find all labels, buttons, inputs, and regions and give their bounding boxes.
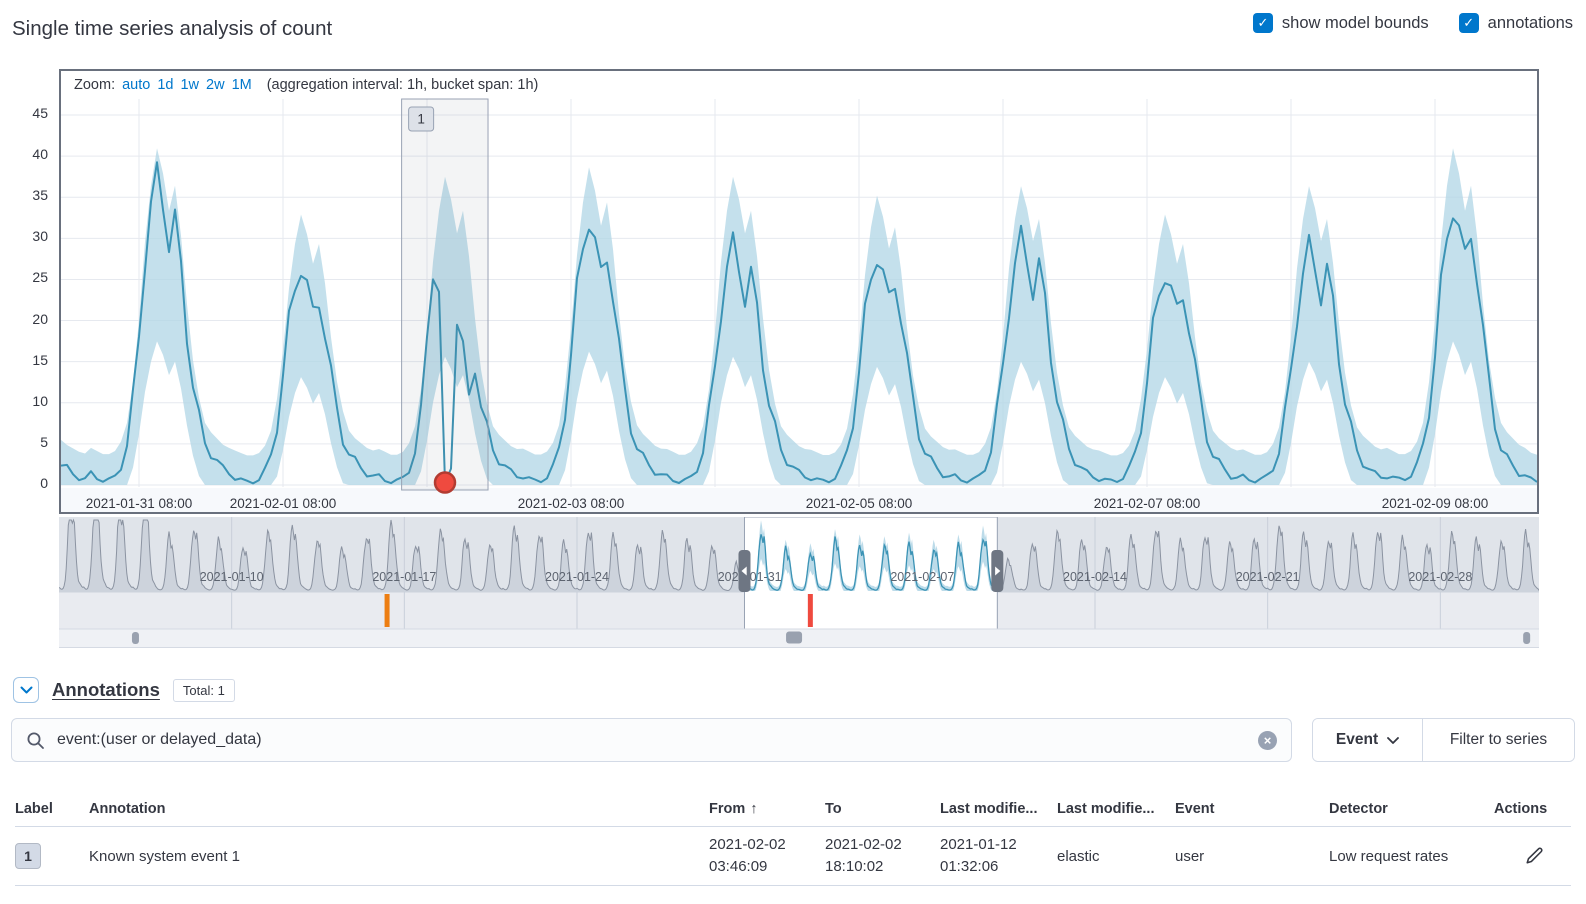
page-title: Single time series analysis of count — [12, 17, 332, 41]
column-header-event[interactable]: Event — [1175, 801, 1329, 817]
y-axis-label: 10 — [0, 393, 48, 409]
scrollbar-end-handle[interactable] — [1523, 632, 1530, 644]
column-header-from[interactable]: From ↑ — [709, 801, 825, 817]
annotations-toolbar: event:(user or delayed_data) × Event Fil… — [11, 718, 1575, 762]
annotations-search-field[interactable]: event:(user or delayed_data) × — [11, 718, 1292, 762]
scrollbar-end-handle[interactable] — [132, 632, 139, 644]
annotations-total-badge: Total: 1 — [173, 679, 235, 702]
chart-toggles: ✓ show model bounds ✓ annotations — [1253, 13, 1573, 33]
annotation-last-modified-by: elastic — [1057, 848, 1175, 865]
y-axis-label: 0 — [0, 475, 48, 491]
annotation-tick-marker[interactable] — [808, 594, 813, 627]
chevron-down-icon — [1387, 737, 1399, 744]
column-header-last-modified-date[interactable]: Last modifie... — [940, 801, 1057, 817]
checkbox-label: annotations — [1488, 14, 1573, 33]
clear-search-button[interactable]: × — [1258, 731, 1277, 750]
y-axis-label: 20 — [0, 311, 48, 327]
checkbox-checked-icon: ✓ — [1253, 13, 1273, 33]
zoom-option-1d[interactable]: 1d — [157, 77, 173, 93]
column-header-label[interactable]: Label — [15, 801, 89, 817]
column-header-to[interactable]: To — [825, 801, 940, 817]
column-header-actions: Actions — [1494, 801, 1575, 817]
navigator-date-label: 2021-02-21 — [1236, 570, 1300, 584]
filter-to-series-button[interactable]: Filter to series — [1423, 719, 1574, 761]
checkbox-label: show model bounds — [1282, 14, 1429, 33]
y-axis-label: 30 — [0, 228, 48, 244]
navigator-date-label: 2021-02-28 — [1408, 570, 1472, 584]
navigator-date-label: 2021-01-24 — [545, 570, 609, 584]
annotations-section-header: Annotations Total: 1 — [13, 676, 235, 704]
y-axis-label: 45 — [0, 105, 48, 121]
zoom-option-2w[interactable]: 2w — [206, 77, 225, 93]
model-bounds-area — [61, 148, 1537, 485]
y-axis-label: 35 — [0, 187, 48, 203]
context-navigator-chart[interactable]: 2021-01-102021-01-172021-01-242021-01-31… — [59, 517, 1539, 648]
navigator-date-label: 2021-01-17 — [372, 570, 436, 584]
x-axis-label: 2021-02-09 08:00 — [1382, 496, 1489, 511]
column-header-annotation[interactable]: Annotation — [89, 801, 709, 817]
navigator-date-label: 2021-02-14 — [1063, 570, 1127, 584]
annotation-region-label-text: 1 — [417, 112, 425, 127]
x-axis-label: 2021-02-07 08:00 — [1094, 496, 1201, 511]
edit-annotation-button[interactable] — [1525, 847, 1543, 865]
sort-ascending-icon: ↑ — [750, 801, 757, 817]
annotations-heading: Annotations — [52, 679, 160, 701]
timeseries-chart-panel: Zoom: auto 1d 1w 2w 1M (aggregation interval: … — [59, 69, 1539, 514]
timeseries-chart[interactable]: 1 2021-01-31 08:00 2021-02-01 08:00 2021-02… — [61, 71, 1537, 512]
x-axis-label: 2021-02-03 08:00 — [518, 496, 625, 511]
column-header-last-modified-by[interactable]: Last modifie... — [1057, 801, 1175, 817]
clear-icon: × — [1264, 734, 1272, 747]
table-row[interactable]: 1 Known system event 1 2021-02-02 03:46:… — [15, 827, 1571, 886]
checkbox-annotations[interactable]: ✓ annotations — [1459, 13, 1573, 33]
checkbox-checked-icon: ✓ — [1459, 13, 1479, 33]
zoom-option-auto[interactable]: auto — [122, 77, 150, 93]
zoom-option-1M[interactable]: 1M — [232, 77, 252, 93]
annotation-event: user — [1175, 848, 1329, 865]
navigator-date-label: 2021-02-07 — [890, 570, 954, 584]
zoom-option-1w[interactable]: 1w — [180, 77, 199, 93]
aggregation-interval-label: (aggregation interval: 1h, bucket span: … — [267, 77, 539, 93]
y-axis-label: 5 — [0, 434, 48, 450]
x-axis-label: 2021-02-05 08:00 — [806, 496, 913, 511]
chevron-down-icon — [20, 686, 33, 694]
anomaly-marker[interactable] — [435, 473, 455, 493]
navigator-date-label: 2021-01-10 — [200, 570, 264, 584]
annotation-tick-marker[interactable] — [385, 594, 390, 627]
y-axis-label: 25 — [0, 269, 48, 285]
collapse-annotations-button[interactable] — [13, 677, 39, 703]
x-axis-label: 2021-02-01 08:00 — [230, 496, 337, 511]
annotation-region[interactable] — [402, 99, 488, 490]
search-input[interactable]: event:(user or delayed_data) — [57, 731, 262, 749]
x-axis-label: 2021-01-31 08:00 — [86, 496, 193, 511]
zoom-controls: Zoom: auto 1d 1w 2w 1M (aggregation interval: … — [74, 77, 538, 93]
pencil-icon — [1525, 847, 1543, 865]
zoom-label: Zoom: — [74, 77, 115, 93]
annotations-table: Label Annotation From ↑ To Last modifie.… — [15, 792, 1571, 886]
y-axis-label: 40 — [0, 146, 48, 162]
checkbox-show-model-bounds[interactable]: ✓ show model bounds — [1253, 13, 1429, 33]
y-axis-label: 15 — [0, 352, 48, 368]
column-header-detector[interactable]: Detector — [1329, 801, 1494, 817]
filter-button-group: Event Filter to series — [1312, 718, 1575, 762]
annotation-label-badge: 1 — [15, 843, 41, 869]
table-header-row: Label Annotation From ↑ To Last modifie.… — [15, 792, 1571, 827]
search-icon — [26, 731, 45, 750]
annotation-to: 2021-02-02 18:10:02 — [825, 834, 940, 878]
annotation-detector: Low request rates — [1329, 848, 1494, 865]
annotation-from: 2021-02-02 03:46:09 — [709, 834, 825, 878]
scrollbar-thumb[interactable] — [786, 632, 802, 644]
annotation-text: Known system event 1 — [89, 848, 709, 865]
annotation-last-modified-date: 2021-01-12 01:32:06 — [940, 834, 1057, 878]
event-filter-dropdown[interactable]: Event — [1313, 719, 1423, 761]
